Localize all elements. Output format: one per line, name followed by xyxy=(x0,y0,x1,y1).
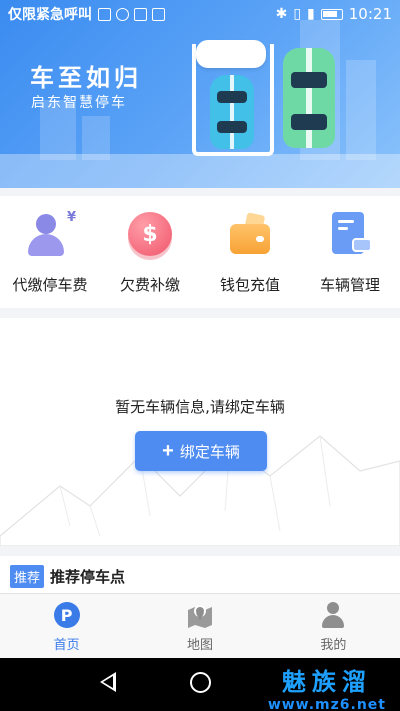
vehicle-document-icon xyxy=(324,210,376,262)
pillow-illustration xyxy=(196,40,266,68)
system-navigation-bar: 魅族溜 www.mz6.net xyxy=(0,658,400,711)
watermark-logo: 魅族溜 www.mz6.net xyxy=(267,668,386,711)
map-pin-icon xyxy=(187,605,212,628)
tab-profile[interactable]: 我的 xyxy=(267,594,400,658)
bluetooth-icon: ✱ xyxy=(275,6,288,22)
hero-banner[interactable]: 车至如归 启东智慧停车 xyxy=(0,0,400,188)
plus-icon: + xyxy=(162,440,174,462)
bind-vehicle-button[interactable]: + 绑定车辆 xyxy=(135,431,267,471)
green-car-illustration xyxy=(283,48,335,148)
coin-dollar-icon: $ xyxy=(124,210,176,262)
bind-vehicle-label: 绑定车辆 xyxy=(179,443,240,461)
tab-map[interactable]: 地图 xyxy=(133,594,266,658)
user-icon xyxy=(320,602,346,628)
blocked-icon xyxy=(116,7,129,21)
recommend-section-header[interactable]: 推荐 推荐停车点 xyxy=(0,556,400,596)
action-label: 车辆管理 xyxy=(319,276,380,294)
tab-label: 首页 xyxy=(53,638,80,653)
banner-road xyxy=(0,154,400,188)
signal-icon: ▮ xyxy=(307,6,315,22)
action-label: 钱包充值 xyxy=(219,276,280,294)
tab-home[interactable]: P 首页 xyxy=(0,594,133,658)
keyboard-icon xyxy=(152,7,165,21)
clock: 10:21 xyxy=(348,5,392,23)
notification-icon xyxy=(98,7,111,21)
person-payment-icon: ¥ xyxy=(24,210,76,262)
wallet-icon xyxy=(224,210,276,262)
back-icon[interactable] xyxy=(100,672,116,692)
action-arrears-pay[interactable]: $ 欠费补缴 xyxy=(100,196,200,308)
action-wallet-recharge[interactable]: 钱包充值 xyxy=(200,196,300,308)
tab-label: 地图 xyxy=(186,638,213,653)
recommend-badge: 推荐 xyxy=(10,564,45,588)
action-proxy-pay[interactable]: ¥ 代缴停车费 xyxy=(0,196,100,308)
tab-label: 我的 xyxy=(320,638,347,653)
banner-subtitle: 启东智慧停车 xyxy=(31,95,127,111)
action-label: 代缴停车费 xyxy=(12,276,88,294)
vehicle-empty-state: 暂无车辆信息,请绑定车辆 + 绑定车辆 xyxy=(0,318,400,546)
image-icon xyxy=(134,7,147,21)
empty-message: 暂无车辆信息,请绑定车辆 xyxy=(115,398,285,416)
action-vehicle-management[interactable]: 车辆管理 xyxy=(300,196,400,308)
status-bar: 仅限紧急呼叫 ✱ ▯ ▮ 10:21 xyxy=(0,0,400,28)
parking-p-icon: P xyxy=(53,602,80,628)
home-icon[interactable] xyxy=(190,672,211,693)
action-label: 欠费补缴 xyxy=(119,276,180,294)
quick-actions: ¥ 代缴停车费 $ 欠费补缴 钱包充值 车辆管理 xyxy=(0,196,400,308)
blue-car-illustration xyxy=(210,75,254,149)
banner-building xyxy=(346,60,376,160)
recommend-title: 推荐停车点 xyxy=(50,567,126,586)
vibrate-icon: ▯ xyxy=(293,6,302,22)
bottom-tab-bar: P 首页 地图 我的 xyxy=(0,593,400,658)
banner-title: 车至如归 xyxy=(30,64,142,92)
carrier-text: 仅限紧急呼叫 xyxy=(8,7,92,23)
battery-icon xyxy=(320,8,343,20)
